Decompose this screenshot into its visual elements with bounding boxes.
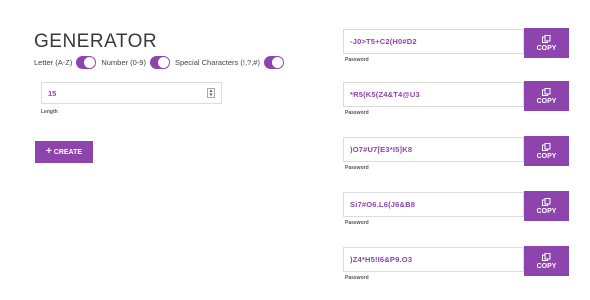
copy-icon <box>542 34 551 43</box>
copy-button-label: COPY <box>536 97 557 105</box>
letters-toggle[interactable] <box>76 55 97 69</box>
create-button[interactable]: + CREATE <box>35 141 93 163</box>
option-special-label: Special Characters (!,?,#) <box>174 57 260 67</box>
password-row-1: -J0>T5+C2(H0#D2 Password COPY <box>343 28 569 69</box>
create-button-label: CREATE <box>53 148 83 156</box>
password-row-5: )Z4*H5!I6&P9.O3 Password COPY <box>343 246 569 287</box>
copy-button-label: COPY <box>536 44 557 52</box>
numbers-toggle[interactable] <box>149 55 170 69</box>
password-row-4: Si7#O6.L6(J6&B8 Password COPY <box>343 191 569 232</box>
copy-button[interactable]: COPY <box>524 81 569 111</box>
copy-button[interactable]: COPY <box>524 28 569 58</box>
copy-button-label: COPY <box>536 262 557 270</box>
toggle-knob <box>157 56 169 68</box>
password-label: Password <box>345 57 369 63</box>
toggle-knob <box>271 56 283 68</box>
toggle-knob <box>84 56 96 68</box>
password-label: Password <box>345 220 369 226</box>
password-field[interactable]: )O7#U7[E3*I5]K8 <box>343 137 524 162</box>
special-toggle[interactable] <box>263 55 284 69</box>
password-label: Password <box>345 110 369 116</box>
option-numbers-label: Number (0-9) <box>101 57 146 67</box>
options-row: Letter (A-Z) Number (0-9) Special Charac… <box>34 53 289 71</box>
password-field[interactable]: *R5(K5(Z4&T4@U3 <box>343 82 524 107</box>
option-special: Special Characters (!,?,#) <box>174 55 284 69</box>
password-label: Password <box>345 275 369 281</box>
page-title: GENERATOR <box>34 31 158 52</box>
password-row-2: *R5(K5(Z4&T4@U3 Password COPY <box>343 81 569 122</box>
copy-button-label: COPY <box>536 152 557 160</box>
length-input[interactable]: 15 ▴ ▾ <box>41 82 222 104</box>
length-label: Length <box>41 109 58 115</box>
password-value: Si7#O6.L6(J6&B8 <box>350 200 416 209</box>
copy-button[interactable]: COPY <box>524 246 569 276</box>
password-value: -J0>T5+C2(H0#D2 <box>350 37 417 46</box>
password-row-3: )O7#U7[E3*I5]K8 Password COPY <box>343 136 569 177</box>
option-letters-label: Letter (A-Z) <box>34 57 73 67</box>
copy-button-label: COPY <box>536 207 557 215</box>
copy-icon <box>542 197 551 206</box>
copy-icon <box>542 252 551 261</box>
option-letters: Letter (A-Z) <box>34 55 97 69</box>
password-value: *R5(K5(Z4&T4@U3 <box>350 90 420 99</box>
copy-button[interactable]: COPY <box>524 136 569 166</box>
copy-button[interactable]: COPY <box>524 191 569 221</box>
option-numbers: Number (0-9) <box>101 55 170 69</box>
copy-icon <box>542 87 551 96</box>
copy-icon <box>542 142 551 151</box>
length-value: 15 <box>48 88 57 98</box>
password-value: )Z4*H5!I6&P9.O3 <box>350 255 413 264</box>
password-value: )O7#U7[E3*I5]K8 <box>350 145 413 154</box>
password-field[interactable]: -J0>T5+C2(H0#D2 <box>343 29 524 54</box>
password-field[interactable]: Si7#O6.L6(J6&B8 <box>343 192 524 217</box>
length-spinner[interactable]: ▴ ▾ <box>207 88 215 98</box>
plus-icon: + <box>45 146 52 157</box>
password-label: Password <box>345 165 369 171</box>
password-field[interactable]: )Z4*H5!I6&P9.O3 <box>343 247 524 272</box>
